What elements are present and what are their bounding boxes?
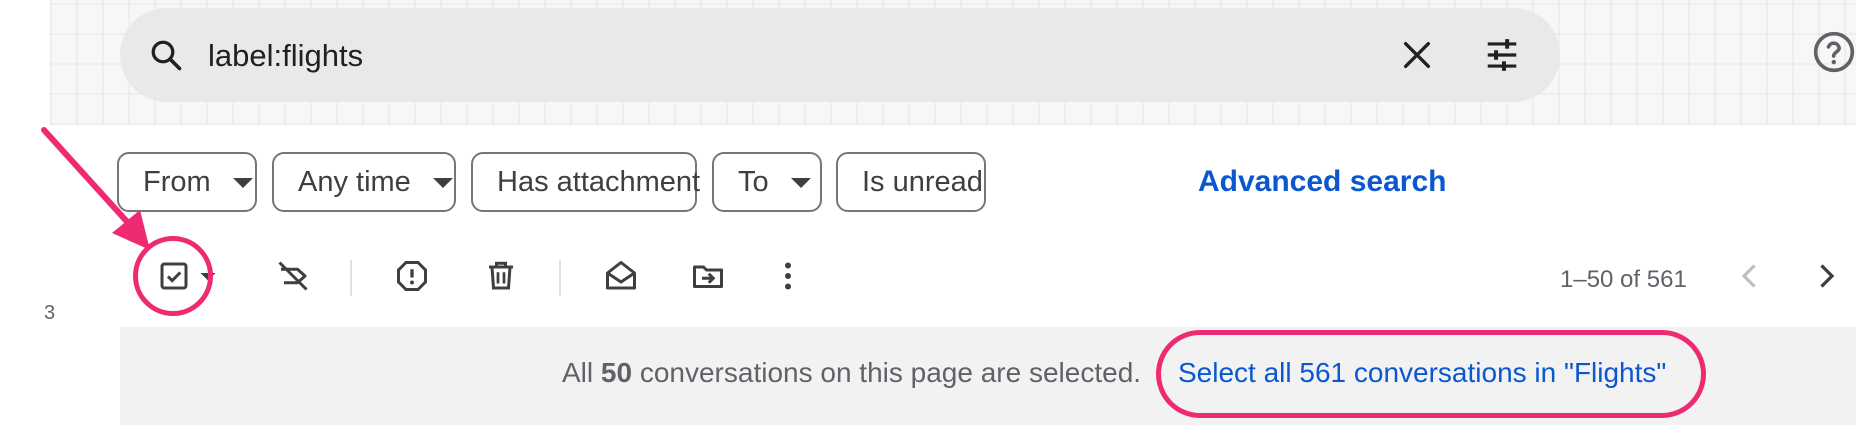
- filter-chip-label: To: [738, 165, 769, 198]
- filter-chip-label: Has attachment: [497, 165, 701, 198]
- filter-chip-has-attachment[interactable]: Has attachment: [471, 152, 701, 212]
- sidebar-fragment: 3: [44, 302, 56, 324]
- filter-chip-label: Any time: [298, 165, 411, 198]
- move-to-icon[interactable]: [690, 258, 726, 294]
- advanced-search-link[interactable]: Advanced search: [1198, 165, 1446, 199]
- trash-icon[interactable]: [483, 258, 519, 294]
- selection-message-suffix: conversations on this page are selected.: [632, 357, 1142, 388]
- more-vert-icon[interactable]: [770, 258, 806, 294]
- selection-count: 50: [600, 357, 633, 388]
- filter-chip-to[interactable]: To: [712, 152, 822, 212]
- toolbar-divider: [559, 260, 561, 296]
- toolbar-divider: [350, 260, 352, 296]
- filter-chip-is-unread[interactable]: Is unread: [836, 152, 986, 212]
- annotation-arrow-icon: [41, 127, 150, 250]
- caret-down-icon: [790, 178, 811, 188]
- report-spam-icon[interactable]: [394, 258, 430, 294]
- selection-message: All 50 conversations on this page are se…: [562, 357, 1141, 389]
- caret-down-icon: [432, 178, 453, 188]
- pagination-label: 1–50 of 561: [1560, 266, 1687, 293]
- search-bar[interactable]: label:flights: [120, 8, 1560, 102]
- mark-as-read-icon[interactable]: [603, 258, 639, 294]
- annotation-oval: [1156, 330, 1706, 418]
- close-icon[interactable]: [1400, 38, 1434, 72]
- chevron-right-icon[interactable]: [1808, 258, 1844, 294]
- help-icon[interactable]: [1812, 30, 1856, 74]
- gmail-search-page: 3 label:flights From Any time Has attach…: [0, 0, 1856, 426]
- filter-chip-label: Is unread: [862, 165, 983, 198]
- selection-message-prefix: All: [562, 357, 601, 388]
- tune-icon[interactable]: [1482, 36, 1522, 74]
- chevron-left-icon[interactable]: [1732, 258, 1768, 294]
